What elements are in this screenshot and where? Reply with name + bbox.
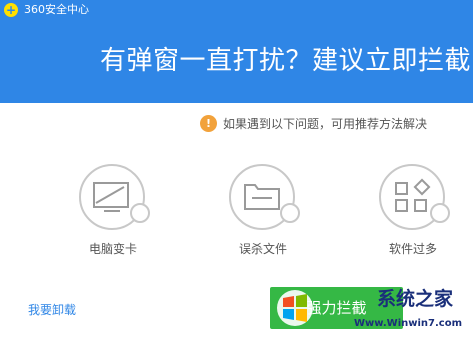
apps-icon [379, 164, 450, 230]
feature-misdeleted-files[interactable]: 误杀文件 [228, 163, 308, 263]
folder-icon [229, 164, 300, 230]
plus-icon: + [5, 3, 17, 17]
headline: 有弹窗一直打扰？建议立即拦截 [100, 46, 472, 76]
uninstall-link[interactable]: 我要卸载 [28, 302, 76, 318]
app-logo-icon: + [4, 3, 18, 17]
feature-pc-slow[interactable]: 电脑变卡 [78, 163, 158, 263]
screen-icon [79, 164, 150, 230]
info-text: 如果遇到以下问题，可用推荐方法解决 [223, 117, 428, 131]
watermark-text: 系统之家 [377, 288, 454, 310]
info-icon: ! [200, 115, 217, 132]
watermark-url: Www.Winwin7.com [354, 318, 463, 329]
windows-logo-icon [277, 290, 313, 326]
feature-too-many-apps[interactable]: 软件过多 [378, 163, 458, 263]
header-banner: + 360安全中心 有弹窗一直打扰？建议立即拦截 [0, 0, 473, 103]
feature-label: 软件过多 [388, 242, 437, 256]
feature-label: 误杀文件 [238, 242, 287, 256]
feature-label: 电脑变卡 [88, 242, 137, 256]
app-title: 360安全中心 [24, 3, 89, 16]
